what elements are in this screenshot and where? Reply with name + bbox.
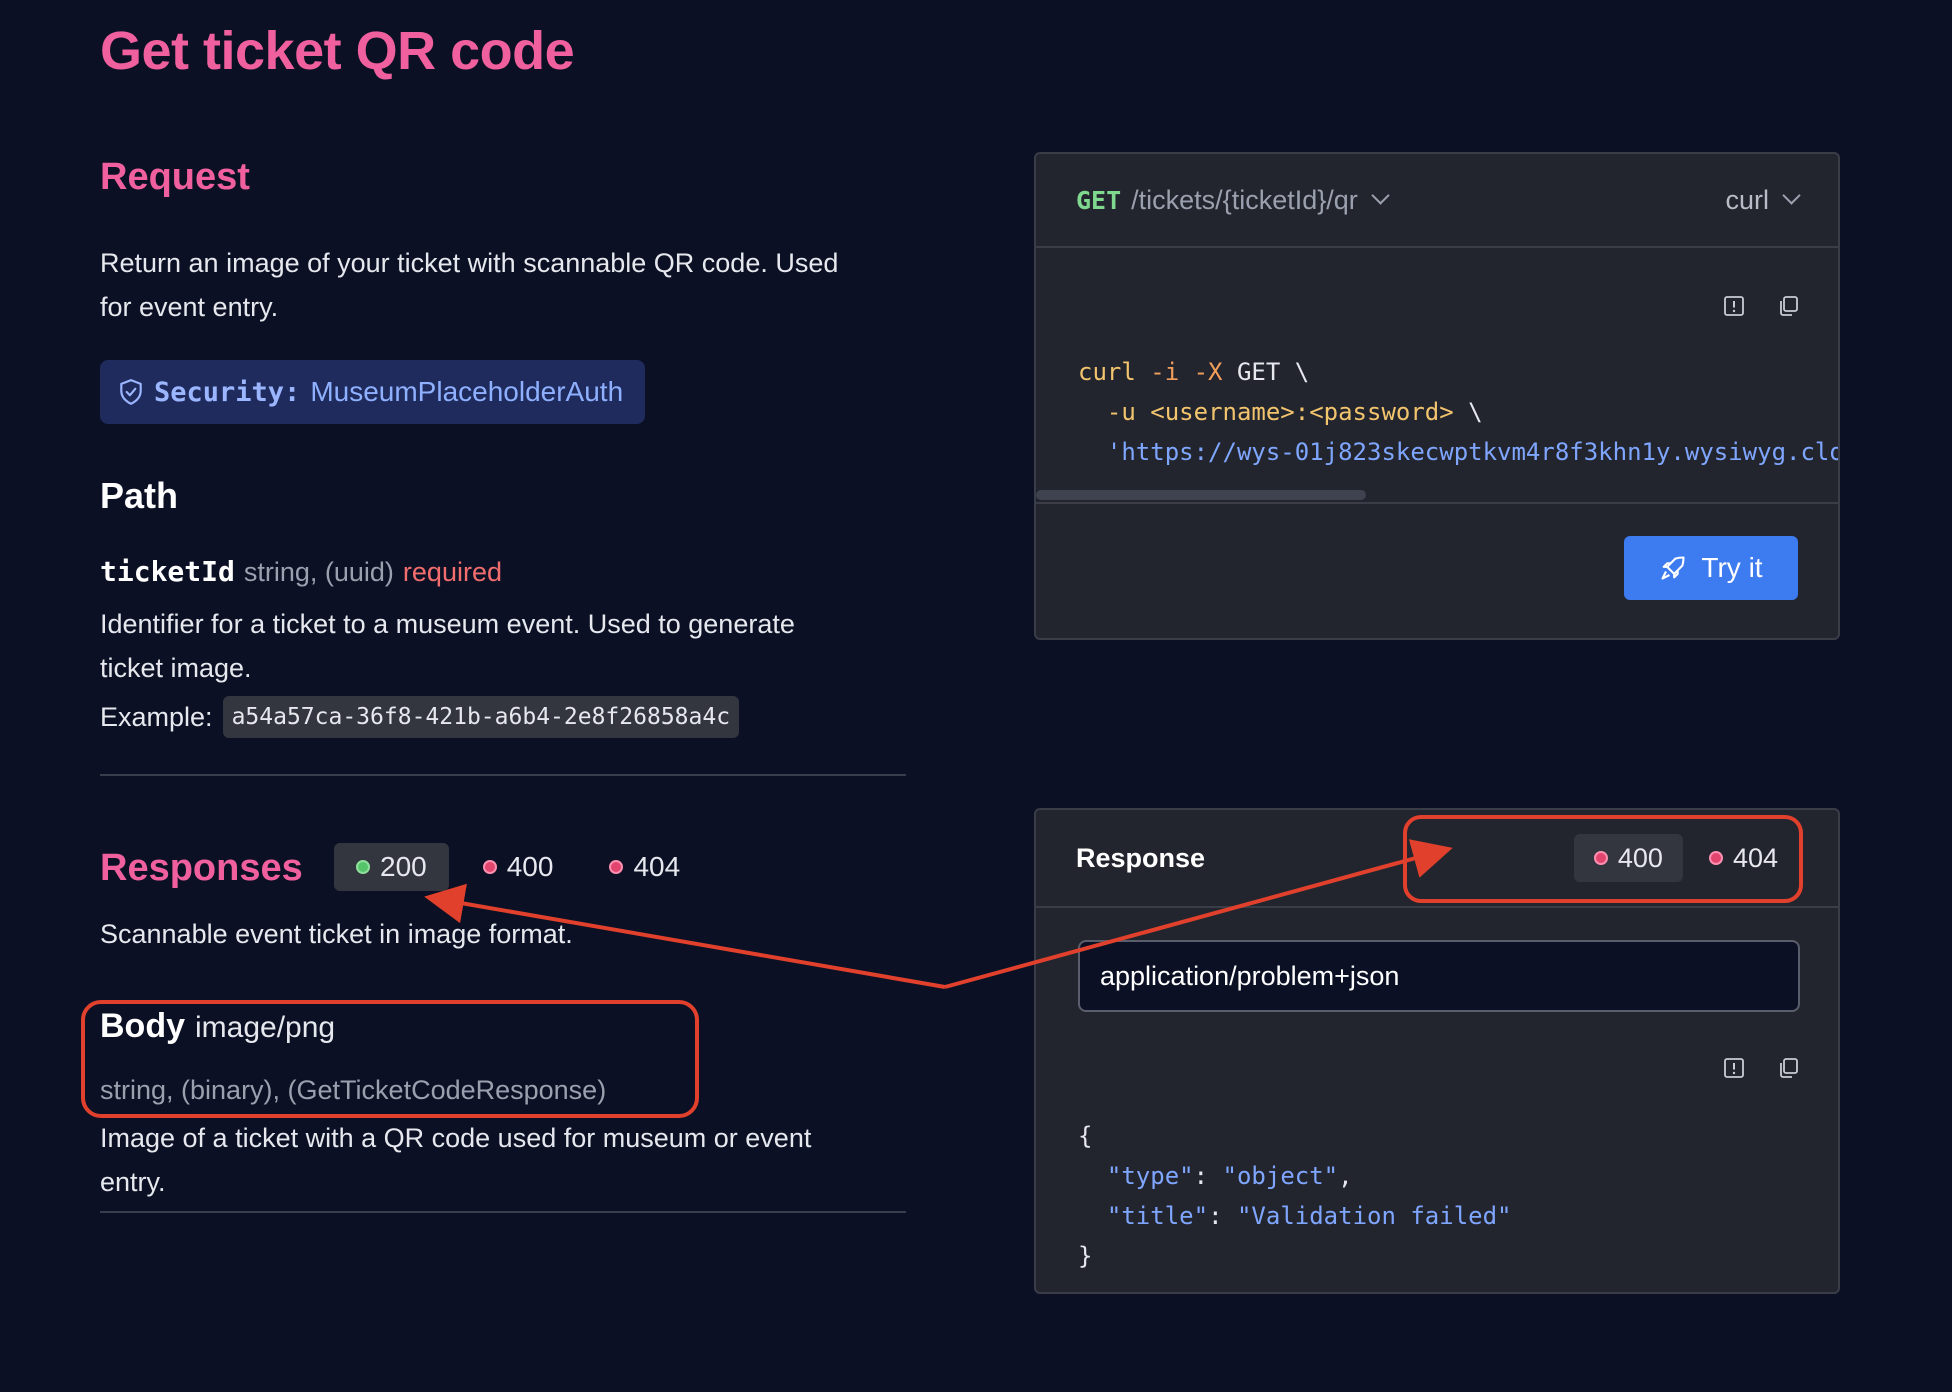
annotation-arrow	[944, 839, 1453, 989]
annotation-box-response-status	[1403, 815, 1803, 903]
annotation-arrow	[424, 883, 946, 989]
annotation-overlay	[81, 815, 1803, 1118]
annotation-box-body	[81, 1000, 699, 1118]
